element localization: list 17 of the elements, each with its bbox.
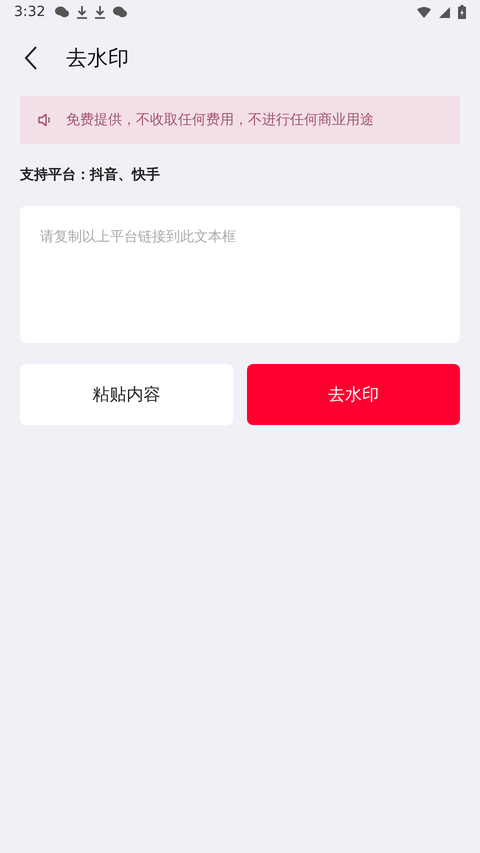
chat-icon <box>113 6 128 18</box>
platforms-label: 支持平台： <box>20 166 90 184</box>
link-input-field[interactable]: 请复制以上平台链接到此文本框 <box>20 206 460 343</box>
notice-text: 免费提供，不收取任何费用，不进行任何商业用途 <box>66 111 374 129</box>
download-icon <box>77 6 88 18</box>
paste-button[interactable]: 粘贴内容 <box>20 364 233 425</box>
chat-icon <box>55 6 70 18</box>
status-time: 3:32 <box>14 4 46 20</box>
page-title: 去水印 <box>66 45 129 72</box>
platforms-value: 抖音、快手 <box>90 166 160 184</box>
back-button[interactable] <box>24 46 38 70</box>
battery-icon <box>458 5 466 19</box>
wifi-icon <box>417 6 431 18</box>
speaker-icon <box>38 113 52 127</box>
remove-watermark-button[interactable]: 去水印 <box>247 364 460 425</box>
signal-icon <box>439 6 450 18</box>
download-icon <box>95 6 106 18</box>
